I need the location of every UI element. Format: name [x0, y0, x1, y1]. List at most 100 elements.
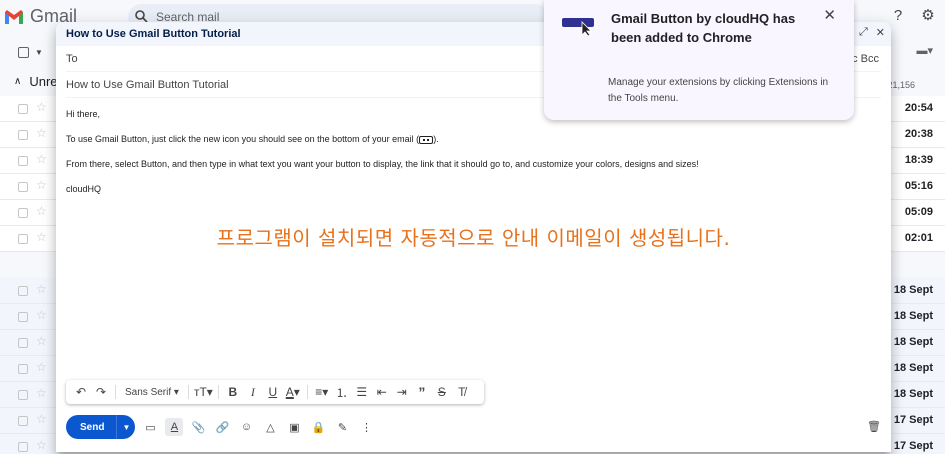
- indent-less-icon[interactable]: ⇤: [373, 383, 391, 401]
- body-line-1-end: ).: [433, 134, 439, 144]
- font-family-select[interactable]: Sans Serif ▾: [121, 383, 183, 401]
- help-icon[interactable]: ?: [889, 6, 907, 24]
- popup-title: Gmail Button by cloudHQ has been added t…: [611, 11, 796, 45]
- compose-title: How to Use Gmail Button Tutorial: [66, 28, 241, 40]
- toolbar-divider: [187, 385, 189, 399]
- extension-added-popup: Gmail Button by cloudHQ has been added t…: [544, 0, 854, 120]
- send-button-group: Send ▼: [66, 415, 136, 439]
- density-icon[interactable]: ▬▾: [916, 44, 933, 57]
- star-icon[interactable]: ☆: [36, 100, 47, 114]
- subject-value: How to Use Gmail Button Tutorial: [66, 78, 229, 91]
- row-checkbox[interactable]: [18, 286, 28, 296]
- star-icon[interactable]: ☆: [36, 308, 47, 322]
- popup-description: Manage your extensions by clicking Exten…: [608, 77, 829, 104]
- keyboard-icon: [419, 135, 434, 144]
- text-color-icon[interactable]: A ▾: [284, 383, 302, 401]
- row-checkbox[interactable]: [18, 182, 28, 192]
- signature-pen-icon[interactable]: ✎: [333, 418, 351, 436]
- more-options-icon[interactable]: ⋮: [357, 418, 375, 436]
- bulleted-list-icon[interactable]: ☰: [353, 383, 371, 401]
- select-all-control[interactable]: ▼: [0, 40, 60, 64]
- redo-icon[interactable]: ↷: [92, 383, 110, 401]
- star-icon[interactable]: ☆: [36, 152, 47, 166]
- star-icon[interactable]: ☆: [36, 126, 47, 140]
- compose-actions: Send ▼ ▭ A 📎 🔗 ☺ △ ▣ 🔒 ✎ ⋮: [66, 415, 375, 439]
- row-checkbox[interactable]: [18, 390, 28, 400]
- indent-more-icon[interactable]: ⇥: [393, 383, 411, 401]
- star-icon[interactable]: ☆: [36, 178, 47, 192]
- body-line-1-text: To use Gmail Button, just click the new …: [66, 134, 420, 144]
- send-button[interactable]: Send: [66, 415, 118, 439]
- row-date: 18 Sept: [893, 284, 933, 296]
- row-checkbox[interactable]: [18, 338, 28, 348]
- cc-bcc-link[interactable]: c Bcc: [852, 53, 879, 65]
- tutorial-caption: 프로그램이 설치되면 자동적으로 안내 이메일이 생성됩니다.: [216, 226, 731, 250]
- row-date: 18 Sept: [893, 362, 933, 374]
- remove-formatting-icon[interactable]: T̸: [453, 383, 471, 401]
- row-date: 18:39: [904, 154, 933, 166]
- unread-section-header[interactable]: ∧ Unre: [14, 74, 58, 89]
- drive-icon[interactable]: △: [261, 418, 279, 436]
- bold-icon[interactable]: B: [224, 383, 242, 401]
- numbered-list-icon[interactable]: ⒈: [333, 383, 351, 401]
- list-tools: ▬▾: [916, 44, 933, 57]
- top-right-icons: ? ⚙: [889, 6, 937, 25]
- unread-label: Unre: [29, 74, 58, 89]
- row-checkbox[interactable]: [18, 104, 28, 114]
- link-icon[interactable]: 🔗: [213, 418, 231, 436]
- row-checkbox[interactable]: [18, 442, 28, 452]
- star-icon[interactable]: ☆: [36, 438, 47, 452]
- emoji-icon[interactable]: ☺: [237, 418, 255, 436]
- trash-icon[interactable]: 🗑: [867, 419, 881, 433]
- row-checkbox[interactable]: [18, 312, 28, 322]
- message-count: 21,156: [887, 80, 915, 90]
- select-all-checkbox[interactable]: [18, 46, 29, 58]
- send-options-icon[interactable]: ▼: [117, 415, 135, 439]
- star-icon[interactable]: ☆: [36, 386, 47, 400]
- star-icon[interactable]: ☆: [36, 282, 47, 296]
- row-checkbox[interactable]: [18, 416, 28, 426]
- confidential-lock-icon[interactable]: 🔒: [309, 418, 327, 436]
- row-date: 18 Sept: [893, 388, 933, 400]
- star-icon[interactable]: ☆: [36, 204, 47, 218]
- row-checkbox[interactable]: [18, 156, 28, 166]
- row-checkbox[interactable]: [18, 234, 28, 244]
- star-icon[interactable]: ☆: [36, 360, 47, 374]
- strikethrough-icon[interactable]: S: [433, 383, 451, 401]
- font-size-icon[interactable]: тT▾: [194, 383, 213, 401]
- row-date: 05:16: [904, 180, 933, 192]
- attach-icon[interactable]: 📎: [189, 418, 207, 436]
- underline-icon[interactable]: U: [264, 383, 282, 401]
- chevron-up-icon[interactable]: ∧: [14, 76, 21, 87]
- expand-icon[interactable]: ⤢: [859, 26, 868, 39]
- align-icon[interactable]: ≡▾: [313, 383, 331, 401]
- close-icon[interactable]: ✕: [823, 6, 836, 24]
- close-icon[interactable]: ✕: [876, 26, 885, 39]
- undo-icon[interactable]: ↶: [72, 383, 90, 401]
- row-date: 05:09: [904, 206, 933, 218]
- row-date: 02:01: [904, 232, 933, 244]
- row-date: 18 Sept: [893, 336, 933, 348]
- row-checkbox[interactable]: [18, 208, 28, 218]
- star-icon[interactable]: ☆: [36, 230, 47, 244]
- star-icon[interactable]: ☆: [36, 412, 47, 426]
- quote-icon[interactable]: ”: [413, 383, 431, 401]
- body-line-1: To use Gmail Button, just click the new …: [66, 133, 881, 145]
- row-date: 20:54: [904, 102, 933, 114]
- font-family-value: Sans Serif: [125, 386, 172, 398]
- star-icon[interactable]: ☆: [36, 334, 47, 348]
- row-checkbox[interactable]: [18, 364, 28, 374]
- row-date: 17 Sept: [893, 414, 933, 426]
- photo-icon[interactable]: ▣: [285, 418, 303, 436]
- gear-icon[interactable]: ⚙: [919, 6, 937, 24]
- toolbar-divider: [217, 385, 219, 399]
- toolbar-divider: [306, 385, 308, 399]
- chevron-down-icon[interactable]: ▼: [35, 48, 43, 57]
- to-label: To: [66, 52, 78, 65]
- gmail-button-icon[interactable]: ▭: [141, 418, 159, 436]
- italic-icon[interactable]: I: [244, 383, 262, 401]
- formatting-toolbar: ↶ ↷ Sans Serif ▾ тT▾ B I U A ▾ ≡▾ ⒈ ☰ ⇤ ⇥…: [66, 380, 484, 404]
- row-checkbox[interactable]: [18, 130, 28, 140]
- formatting-options-icon[interactable]: A: [165, 418, 184, 436]
- toolbar-divider: [115, 385, 116, 399]
